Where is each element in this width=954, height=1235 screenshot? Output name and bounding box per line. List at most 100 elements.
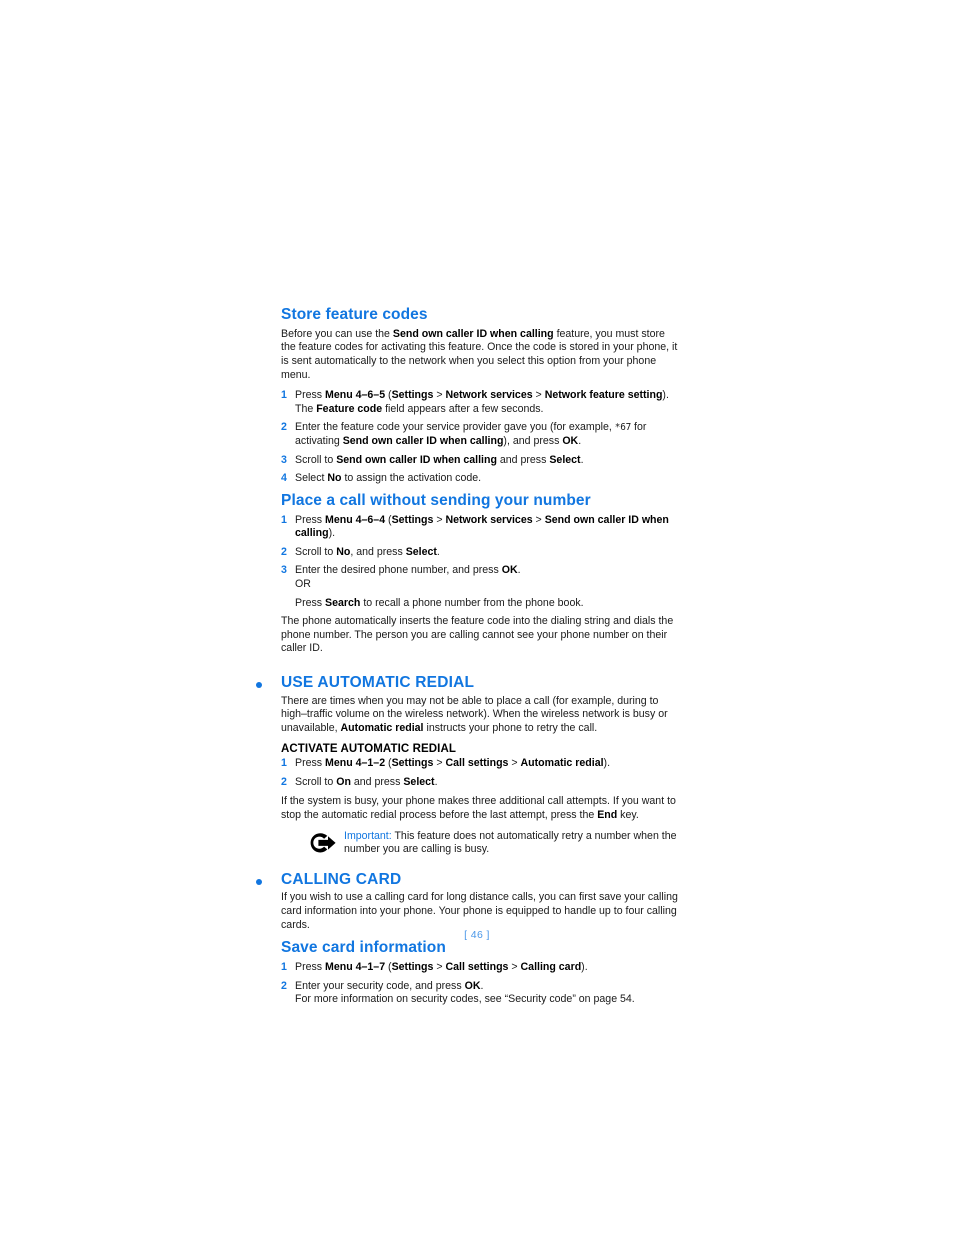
step-text-pre: Press [295, 757, 326, 770]
step-separator: > [532, 513, 545, 526]
substep-press-search: Press Search to recall a phone number fr… [281, 597, 681, 611]
step-bold-ok: OK [562, 434, 579, 447]
note-important: Important: This feature does not automat… [309, 830, 681, 858]
step-bold-automatic-redial: Automatic redial [520, 757, 604, 770]
step-number: 2 [281, 775, 287, 788]
substep-text-pre: Press [295, 596, 326, 609]
step-number: 1 [281, 757, 287, 770]
step-text-pre: Select [295, 472, 328, 485]
heading-store-feature-codes: Store feature codes [281, 306, 428, 323]
bullet-icon [256, 681, 262, 688]
step-text-pre: Enter your security code, and press [295, 979, 465, 992]
substep-text-post: to recall a phone number from the phone … [360, 596, 584, 609]
step-bold-settings: Settings [391, 389, 434, 402]
steps-store-feature-codes-part1: 1 Press Menu 4–6–5 (Settings > Network se… [281, 389, 681, 403]
substep-or-label: OR [295, 577, 311, 590]
note-important-label: Important: [344, 829, 392, 842]
heading-use-automatic-redial: USE AUTOMATIC REDIAL [281, 673, 475, 691]
steps-save-card-information: 1 Press Menu 4–1–7 (Settings > Call setti… [281, 961, 681, 993]
heading-calling-card: CALLING CARD [281, 870, 402, 888]
page-number-footer: [ 46 ] [464, 929, 490, 941]
paragraph-automatic-redial-intro: There are times when you may not be able… [281, 695, 681, 736]
closing-text-part2: key. [617, 809, 639, 822]
step-text-post: ). [328, 527, 336, 540]
step-item: 1 Press Menu 4–1–2 (Settings > Call setti… [281, 757, 681, 771]
substep-text-pre: The [295, 402, 317, 415]
step-item: 1 Press Menu 4–6–4 (Settings > Network se… [281, 514, 681, 541]
step-text-pre: Enter the desired phone number, and pres… [295, 564, 502, 577]
step-text-mid: and press [496, 453, 550, 466]
intro-bold-automatic-redial: Automatic redial [340, 721, 424, 734]
step-item: 1 Press Menu 4–1–7 (Settings > Call setti… [281, 961, 681, 975]
closing-bold-end: End [597, 809, 618, 822]
step-text-mid: and press [350, 775, 404, 788]
step-bold-network-services: Network services [445, 513, 533, 526]
intro-text-part2: instructs your phone to retry the call. [423, 721, 598, 734]
step-bold-ok: OK [501, 564, 518, 577]
step-number: 4 [281, 472, 287, 485]
step-number: 2 [281, 421, 287, 434]
step-number: 3 [281, 564, 287, 577]
step-text-post: . [578, 434, 582, 447]
step-separator: > [532, 389, 545, 402]
step-bold-send-own-caller-id: Send own caller ID when calling [342, 434, 504, 447]
step-text-post: . [517, 564, 521, 577]
substep-feature-code-field: The Feature code field appears after a f… [281, 403, 681, 417]
step-item: 2 Enter the feature code your service pro… [281, 421, 681, 448]
step-item: 4 Select No to assign the activation code… [281, 472, 681, 486]
step-bold-call-settings: Call settings [445, 961, 509, 974]
step-separator: > [433, 389, 446, 402]
intro-text-part1: Before you can use the [281, 327, 393, 340]
step-text-mid2: ), and press [503, 434, 563, 447]
manual-page: Store feature codes Before you can use t… [0, 0, 954, 1235]
intro-bold-send-own-caller-id: Send own caller ID when calling [392, 327, 554, 340]
step-bold-on: On [336, 775, 351, 788]
step-bold-settings: Settings [391, 757, 434, 770]
paragraph-place-a-call-closing: The phone automatically inserts the feat… [281, 615, 674, 655]
note-important-body: This feature does not automatically retr… [344, 829, 677, 856]
step-bold-settings: Settings [391, 513, 434, 526]
step-bold-menu-path: Menu 4–6–5 [325, 389, 386, 402]
step-item: 2 Scroll to On and press Select. [281, 776, 681, 790]
step-bold-calling-card: Calling card [520, 961, 582, 974]
step-text-mid: , and press [350, 545, 406, 558]
step-number: 1 [281, 513, 287, 526]
step-number: 2 [281, 979, 287, 992]
step-separator: > [508, 757, 521, 770]
paragraph-store-feature-codes-intro: Before you can use the Send own caller I… [281, 328, 681, 382]
step-text-pre: Scroll to [295, 453, 337, 466]
step-bold-select: Select [405, 545, 437, 558]
step-text-pre: Press [295, 961, 326, 974]
step-bold-call-settings: Call settings [445, 757, 509, 770]
step-bold-menu-path: Menu 4–1–7 [325, 961, 386, 974]
bullet-icon [256, 878, 262, 885]
substep-bold-search: Search [325, 596, 361, 609]
step-bold-no: No [327, 472, 342, 485]
step-number: 2 [281, 545, 287, 558]
step-separator: > [433, 961, 446, 974]
step-text-pre: Scroll to [295, 775, 337, 788]
step-item: 3 Enter the desired phone number, and pre… [281, 564, 681, 578]
step-text-post: . [434, 775, 438, 788]
step-text-post: . [580, 453, 584, 466]
step-code-star67: *67 [614, 422, 632, 434]
step-text-pre: Scroll to [295, 545, 337, 558]
step-number: 3 [281, 453, 287, 466]
paragraph-automatic-redial-closing: If the system is busy, your phone makes … [281, 795, 681, 822]
step-bold-menu-path: Menu 4–6–4 [325, 513, 386, 526]
note-important-text: Important: This feature does not automat… [344, 830, 681, 857]
step-bold-network-feature-setting: Network feature setting [544, 389, 663, 402]
step-text-post: . [480, 979, 484, 992]
step-item: 1 Press Menu 4–6–5 (Settings > Network se… [281, 389, 681, 403]
substep-bold-feature-code: Feature code [316, 402, 383, 415]
heading-place-a-call: Place a call without sending your number [281, 491, 591, 509]
steps-store-feature-codes-part2: 2 Enter the feature code your service pro… [281, 421, 681, 485]
step-text-post: . [436, 545, 440, 558]
step-bold-send-own-caller-id: Send own caller ID when calling [336, 453, 497, 466]
substep-text-post: field appears after a few seconds. [382, 402, 544, 415]
important-pointer-icon [309, 831, 337, 855]
step-separator: > [433, 513, 446, 526]
step-item: 2 Scroll to No, and press Select. [281, 546, 681, 560]
step-item: 3 Scroll to Send own caller ID when calli… [281, 454, 681, 468]
